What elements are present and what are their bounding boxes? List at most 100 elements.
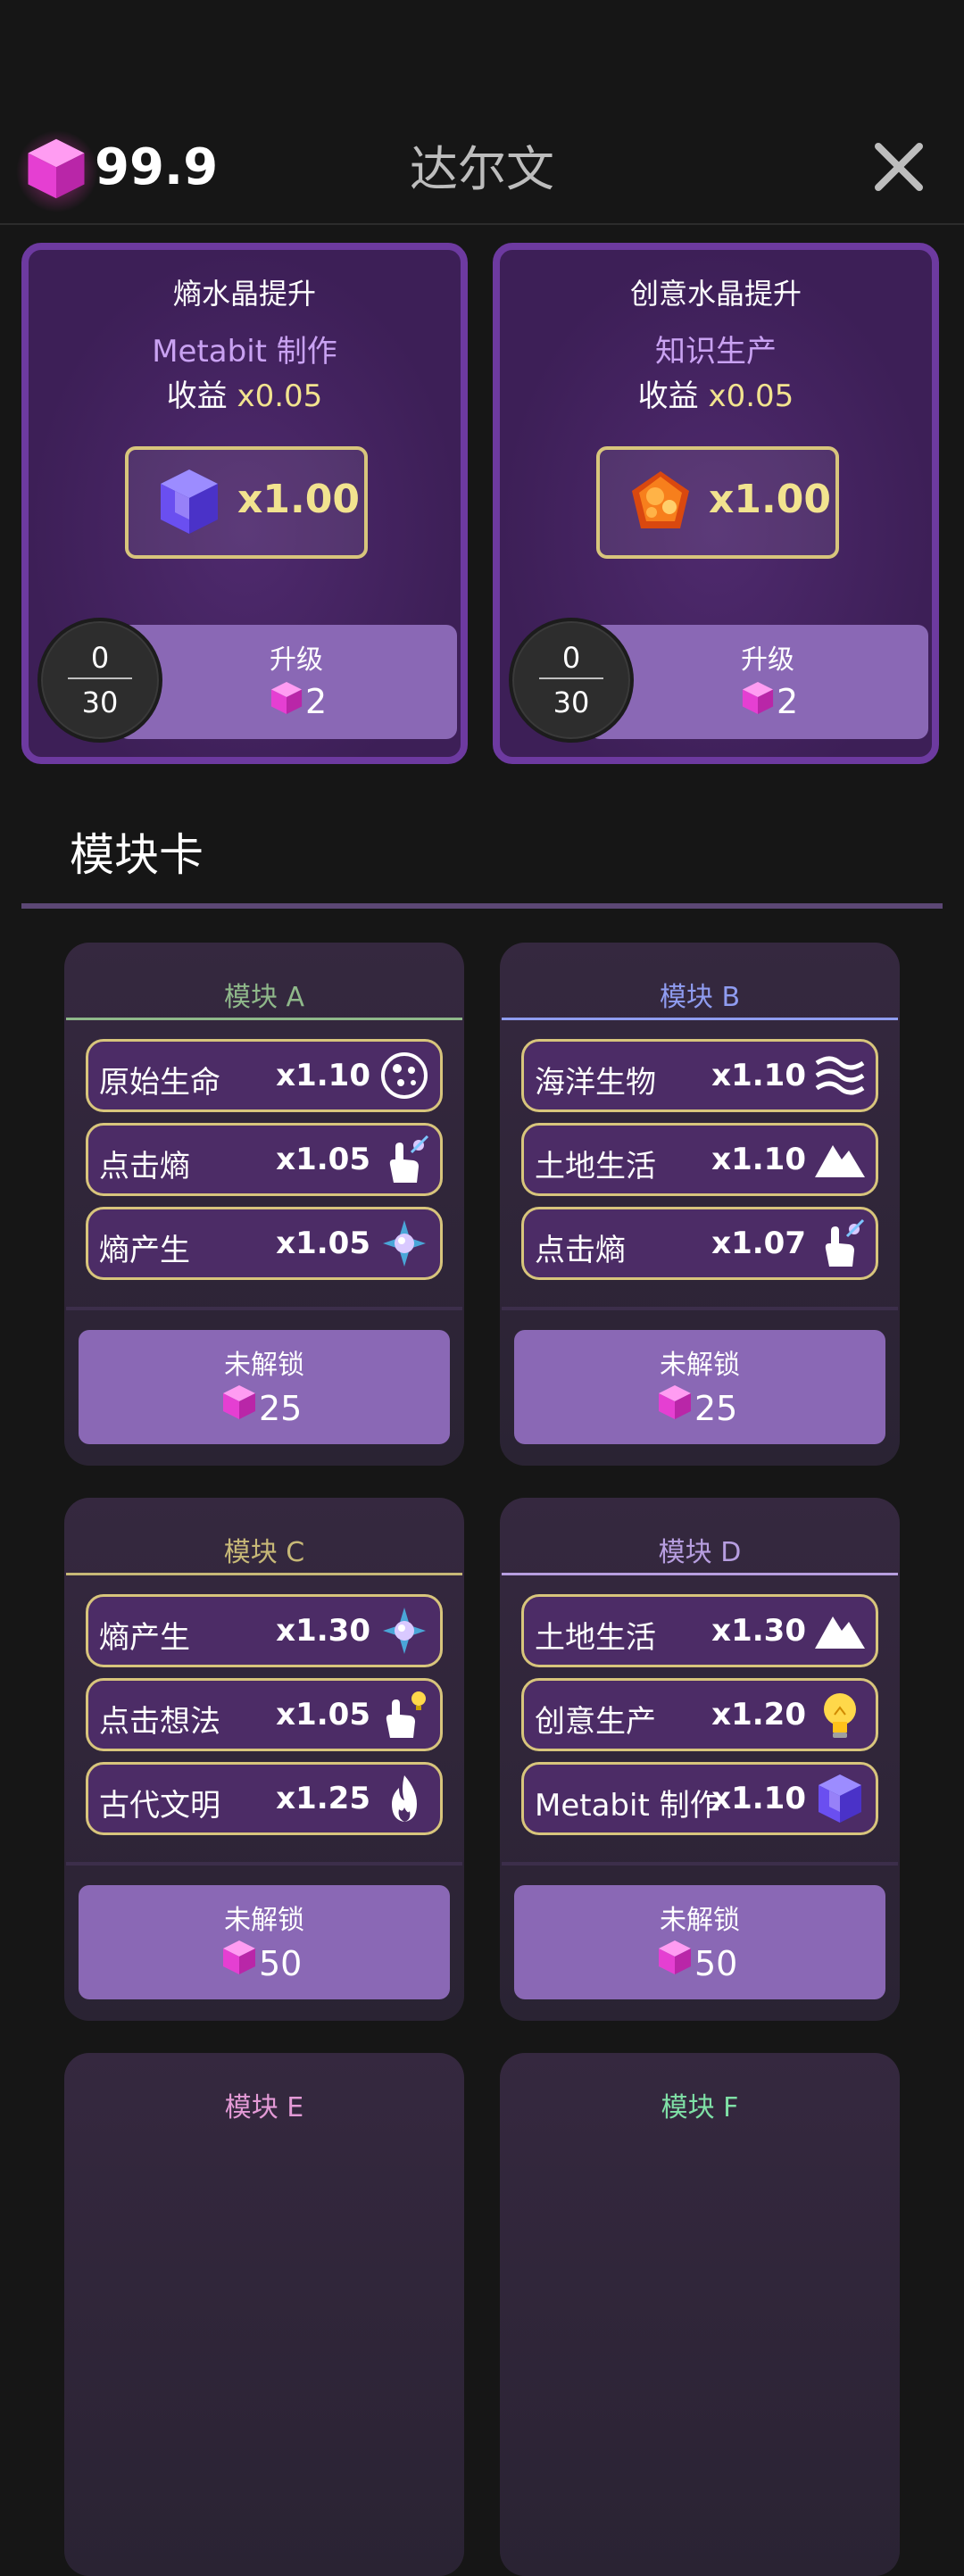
upgrade-multiplier: x1.00 bbox=[237, 477, 360, 522]
module-effect-row: 土地生活 x1.30 bbox=[521, 1594, 878, 1667]
unlock-button-label: 未解锁 bbox=[660, 1350, 740, 1381]
module-divider bbox=[502, 1862, 898, 1866]
effect-name: Metabit 制作 bbox=[535, 1788, 720, 1824]
module-effect-row: 点击熵 x1.05 bbox=[86, 1123, 443, 1196]
upgrade-card-entropy: 熵水晶提升 Metabit 制作 收益 x0.05 x1.00 升级 2 0 3… bbox=[21, 243, 468, 764]
upgrade-title: 创意水晶提升 bbox=[629, 277, 802, 311]
gem-icon bbox=[270, 680, 303, 716]
effect-multiplier: x1.25 bbox=[276, 1781, 370, 1816]
unlock-cost: 25 bbox=[221, 1384, 328, 1433]
tap-idea-icon bbox=[378, 1688, 431, 1741]
effect-name: 创意生产 bbox=[535, 1704, 656, 1740]
module-card: 模块 D 土地生活 x1.30 创意生产 x1.20 Metabit 制作 x1.10 未解锁… bbox=[500, 1498, 900, 2021]
mountain-icon bbox=[813, 1604, 867, 1658]
gem-icon bbox=[657, 1939, 693, 1976]
module-title: 模块 C bbox=[223, 1537, 305, 1568]
tap-entropy-icon bbox=[813, 1217, 867, 1270]
effect-multiplier: x1.10 bbox=[711, 1058, 806, 1093]
module-divider bbox=[66, 1307, 462, 1310]
module-effect-row: 熵产生 x1.05 bbox=[86, 1207, 443, 1280]
unlock-button-label: 未解锁 bbox=[224, 1350, 304, 1381]
module-effect-row: 古代文明 x1.25 bbox=[86, 1762, 443, 1835]
module-title: 模块 E bbox=[224, 2092, 304, 2123]
progress-divider bbox=[539, 677, 603, 679]
module-effect-row: 原始生命 x1.10 bbox=[86, 1039, 443, 1112]
effect-multiplier: x1.20 bbox=[711, 1697, 806, 1733]
unlock-button[interactable]: 未解锁 25 bbox=[79, 1330, 450, 1444]
effect-name: 土地生活 bbox=[535, 1620, 656, 1656]
upgrade-button-label: 升级 bbox=[270, 644, 323, 676]
waves-icon bbox=[813, 1049, 867, 1102]
top-bar: 99.9 达尔文 bbox=[0, 116, 964, 225]
upgrade-button[interactable]: 升级 2 bbox=[118, 625, 457, 739]
effect-multiplier: x1.05 bbox=[276, 1142, 370, 1177]
module-effect-row: Metabit 制作 x1.10 bbox=[521, 1762, 878, 1835]
section-title: 模块卡 bbox=[70, 829, 204, 881]
module-effect-row: 海洋生物 x1.10 bbox=[521, 1039, 878, 1112]
module-title: 模块 F bbox=[661, 2092, 739, 2123]
effect-name: 土地生活 bbox=[535, 1149, 656, 1184]
fire-icon bbox=[378, 1772, 431, 1825]
upgrade-button[interactable]: 升级 2 bbox=[589, 625, 928, 739]
tap-entropy-icon bbox=[378, 1133, 431, 1186]
purple-crystal-icon bbox=[813, 1772, 867, 1825]
progress-current: 0 bbox=[561, 641, 581, 675]
entropy-orb-icon bbox=[378, 1217, 431, 1270]
unlock-button[interactable]: 未解锁 50 bbox=[514, 1885, 885, 1999]
effect-multiplier: x1.05 bbox=[276, 1226, 370, 1261]
upgrade-title: 熵水晶提升 bbox=[172, 277, 316, 311]
progress-current: 0 bbox=[90, 641, 110, 675]
effect-multiplier: x1.10 bbox=[711, 1781, 806, 1816]
unlock-cost-value: 25 bbox=[694, 1389, 738, 1428]
unlock-button[interactable]: 未解锁 25 bbox=[514, 1330, 885, 1444]
entropy-orb-icon bbox=[378, 1604, 431, 1658]
close-icon[interactable] bbox=[871, 139, 927, 195]
module-divider bbox=[66, 1862, 462, 1866]
module-divider bbox=[502, 1307, 898, 1310]
unlock-cost-value: 50 bbox=[259, 1944, 303, 1983]
effect-name: 熵产生 bbox=[99, 1620, 190, 1656]
module-card: 模块 B 海洋生物 x1.10 土地生活 x1.10 点击熵 x1.07 未解锁 25 bbox=[500, 943, 900, 1466]
upgrade-multiplier-box: x1.00 bbox=[125, 446, 368, 559]
effect-multiplier: x1.07 bbox=[711, 1226, 806, 1261]
effect-multiplier: x1.10 bbox=[711, 1142, 806, 1177]
cell-icon bbox=[378, 1049, 431, 1102]
gem-icon bbox=[221, 1939, 257, 1976]
unlock-cost-value: 25 bbox=[259, 1389, 303, 1428]
effect-multiplier: x1.10 bbox=[276, 1058, 370, 1093]
upgrade-yield: 收益 x0.05 bbox=[637, 378, 794, 414]
module-title-underline bbox=[502, 1573, 898, 1575]
effect-name: 点击熵 bbox=[99, 1149, 190, 1184]
effect-multiplier: x1.30 bbox=[276, 1613, 370, 1649]
unlock-cost: 50 bbox=[657, 1939, 764, 1989]
purple-crystal-icon bbox=[154, 466, 225, 537]
progress-divider bbox=[68, 677, 132, 679]
upgrade-multiplier: x1.00 bbox=[709, 477, 831, 522]
effect-name: 海洋生物 bbox=[535, 1065, 656, 1101]
upgrade-card-creative: 创意水晶提升 知识生产 收益 x0.05 x1.00 升级 2 0 30 bbox=[493, 243, 939, 764]
upgrade-subtitle: Metabit 制作 bbox=[152, 334, 337, 370]
module-card: 模块 A 原始生命 x1.10 点击熵 x1.05 熵产生 x1.05 未解锁 25 bbox=[64, 943, 464, 1466]
effect-multiplier: x1.30 bbox=[711, 1613, 806, 1649]
upgrade-subtitle: 知识生产 bbox=[655, 334, 777, 370]
module-title: 模块 D bbox=[658, 1537, 742, 1568]
upgrade-multiplier-box: x1.00 bbox=[596, 446, 839, 559]
unlock-cost-value: 50 bbox=[694, 1944, 738, 1983]
module-effect-row: 创意生产 x1.20 bbox=[521, 1678, 878, 1751]
unlock-cost: 50 bbox=[221, 1939, 328, 1989]
effect-name: 原始生命 bbox=[99, 1065, 220, 1101]
module-effect-row: 点击想法 x1.05 bbox=[86, 1678, 443, 1751]
orange-crystal-icon bbox=[625, 466, 696, 537]
progress-max: 30 bbox=[81, 686, 119, 719]
upgrade-cost-value: 2 bbox=[305, 682, 328, 721]
effect-name: 点击想法 bbox=[99, 1704, 220, 1740]
module-card: 模块 F bbox=[500, 2053, 900, 2576]
module-title-underline bbox=[66, 1018, 462, 1020]
progress-max: 30 bbox=[553, 686, 590, 719]
upgrade-progress: 0 30 bbox=[509, 618, 634, 743]
effect-multiplier: x1.05 bbox=[276, 1697, 370, 1733]
section-divider bbox=[21, 903, 943, 909]
upgrade-button-label: 升级 bbox=[741, 644, 794, 676]
upgrade-yield: 收益 x0.05 bbox=[166, 378, 323, 414]
unlock-button[interactable]: 未解锁 50 bbox=[79, 1885, 450, 1999]
